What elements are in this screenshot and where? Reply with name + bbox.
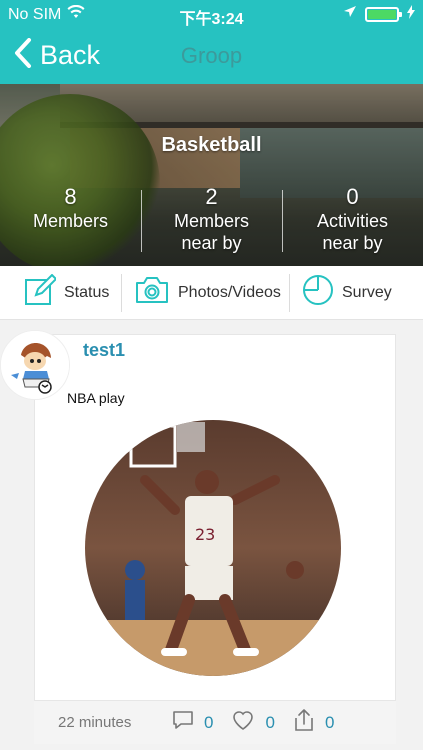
photos-videos-button[interactable]: Photos/Videos (122, 266, 290, 319)
pie-chart-icon (302, 274, 334, 311)
survey-label: Survey (342, 283, 392, 301)
like-count: 0 (265, 712, 275, 732)
top-bar: No SIM 下午3:24 Back Groop (0, 0, 423, 84)
stat-label: Members (32, 211, 108, 231)
status-right (343, 5, 415, 24)
stat-members-nearby[interactable]: 2 Members near by (141, 184, 282, 262)
share-button[interactable]: 0 (293, 708, 334, 737)
charging-icon (407, 5, 415, 24)
stat-value: 2 (205, 184, 218, 209)
group-cover: Basketball 8 Members 2 Members near by 0… (0, 84, 423, 266)
share-icon (293, 708, 315, 737)
status-bar: No SIM 下午3:24 (0, 0, 423, 30)
stat-activities-nearby[interactable]: 0 Activities near by (282, 184, 423, 262)
group-stats: 8 Members 2 Members near by 0 Activities… (0, 184, 423, 262)
post-footer: 22 minutes 0 0 0 (34, 700, 396, 744)
stat-label-line2: near by (181, 233, 242, 253)
stat-label: Members (173, 211, 249, 231)
nav-bar: Back Groop (0, 30, 423, 84)
comment-icon (172, 709, 194, 736)
post-username[interactable]: test1 (83, 340, 125, 361)
post-time: 22 minutes (58, 714, 132, 731)
stat-label-line2: near by (322, 233, 383, 253)
group-name: Basketball (161, 134, 262, 156)
photos-videos-label: Photos/Videos (178, 283, 281, 301)
like-button[interactable]: 0 (231, 709, 275, 736)
svg-text:23: 23 (195, 525, 215, 544)
camera-icon (134, 275, 170, 310)
action-bar: Status Photos/Videos Survey (0, 266, 423, 320)
share-count: 0 (324, 712, 335, 732)
avatar[interactable] (0, 330, 70, 400)
status-button-label: Status (64, 283, 110, 301)
post-text: NBA play (67, 390, 125, 406)
stat-members[interactable]: 8 Members (0, 184, 141, 262)
stat-value: 8 (64, 184, 77, 209)
heart-icon (231, 709, 255, 736)
survey-button[interactable]: Survey (290, 266, 423, 319)
comment-count: 0 (204, 712, 214, 732)
stat-value: 0 (346, 184, 359, 209)
comment-button[interactable]: 0 (172, 709, 213, 736)
edit-icon (24, 273, 58, 311)
post-photo[interactable]: 23 (85, 420, 341, 676)
stat-label: Activities (316, 211, 388, 231)
basketball-player-photo: 23 (85, 420, 341, 676)
battery-icon (365, 7, 402, 22)
cartoon-avatar-icon (1, 331, 69, 399)
location-arrow-icon (343, 5, 357, 24)
page-title: Groop (180, 43, 243, 68)
status-button[interactable]: Status (0, 266, 122, 319)
